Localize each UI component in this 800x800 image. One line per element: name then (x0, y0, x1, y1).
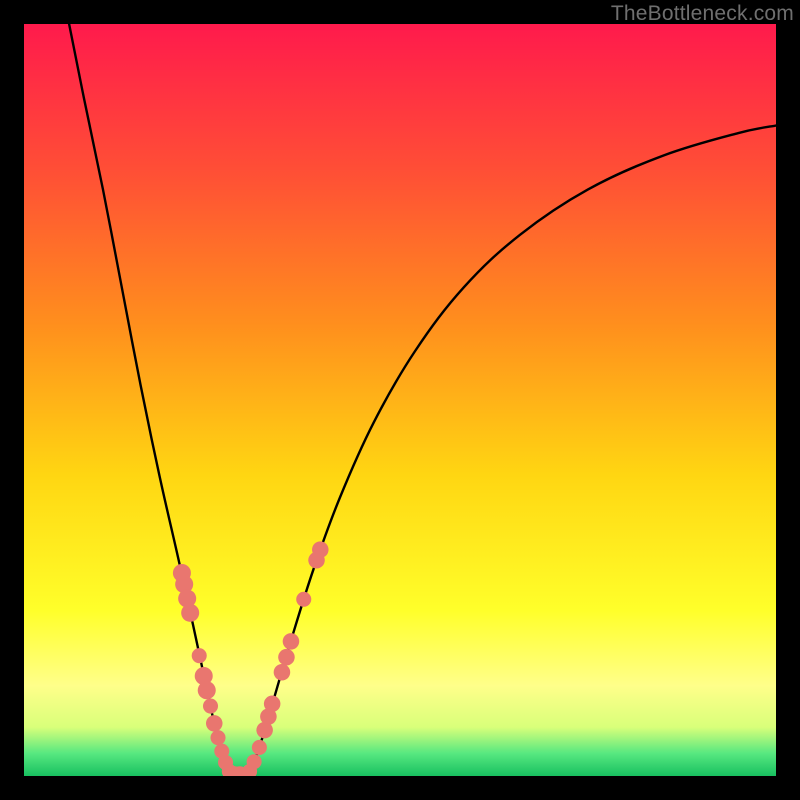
data-marker (247, 754, 262, 769)
data-marker (252, 740, 267, 755)
data-marker (181, 604, 199, 622)
chart-frame (24, 24, 776, 776)
data-marker (278, 649, 295, 666)
data-marker (312, 541, 329, 558)
data-marker (206, 715, 223, 732)
chart-background (24, 24, 776, 776)
data-marker (264, 696, 281, 713)
data-marker (203, 699, 218, 714)
data-marker (283, 633, 300, 650)
bottleneck-chart (24, 24, 776, 776)
data-marker (211, 730, 226, 745)
data-marker (296, 592, 311, 607)
watermark-label: TheBottleneck.com (611, 2, 794, 26)
data-marker (274, 664, 291, 681)
data-marker (192, 648, 207, 663)
data-marker (198, 681, 216, 699)
